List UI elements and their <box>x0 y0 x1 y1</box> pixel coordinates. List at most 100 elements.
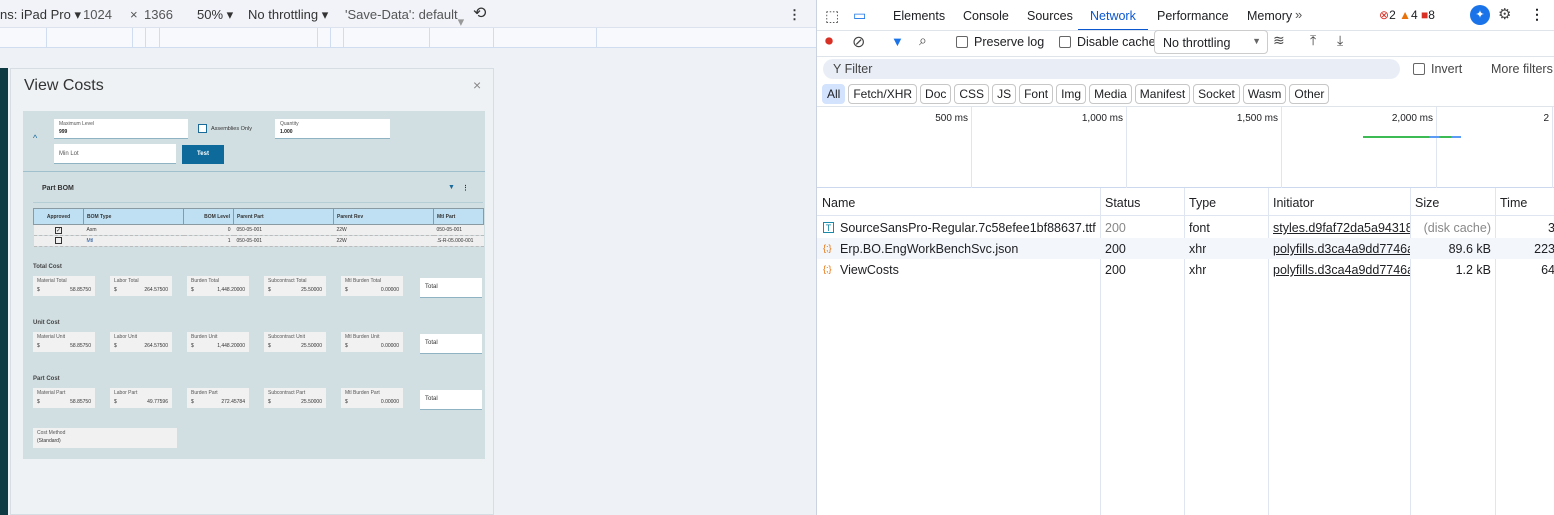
column-header[interactable]: Parent Rev <box>333 208 434 225</box>
cost-value: 58.85750 <box>70 399 91 405</box>
type-filter-css[interactable]: CSS <box>954 84 990 104</box>
cost-value: 25.50000 <box>301 343 322 349</box>
type-filter-media[interactable]: Media <box>1089 84 1132 104</box>
inspect-element-icon[interactable]: ⬚ <box>825 7 839 25</box>
cost-label: Labor Total <box>114 278 139 284</box>
type-filter-js[interactable]: JS <box>992 84 1017 104</box>
tab-performance[interactable]: Performance <box>1157 9 1229 23</box>
device-label: ns: iPad Pro <box>0 7 71 22</box>
table-row[interactable]: ✓ Asm 0 050-05-001 22W 050-05-001 <box>33 224 484 236</box>
type-filter-font[interactable]: Font <box>1019 84 1054 104</box>
currency-symbol: $ <box>191 343 194 349</box>
type-filter-img[interactable]: Img <box>1056 84 1087 104</box>
cost-value: 0.00000 <box>380 287 399 293</box>
column-header[interactable]: BOM Level <box>183 208 234 225</box>
currency-symbol: $ <box>268 343 271 349</box>
issues-counts[interactable]: ⊗2 ▲4 ■8 <box>1379 8 1435 22</box>
type-filter-all[interactable]: All <box>822 84 846 104</box>
rotate-icon[interactable]: ⟲ <box>473 3 486 23</box>
device-toggle-icon[interactable]: ▭ <box>853 7 866 24</box>
table-row[interactable]: Mtl 1 050-05-001 22W .S-R-05.000-001 <box>33 235 484 247</box>
close-icon[interactable]: × <box>473 77 481 93</box>
more-filters-button[interactable]: More filters <box>1491 62 1553 76</box>
collapse-chevron-icon[interactable]: ^ <box>33 133 37 143</box>
column-header-initiator[interactable]: Initiator <box>1273 196 1314 210</box>
column-header[interactable]: Mtl Part <box>433 208 484 225</box>
request-row[interactable]: {;} Erp.BO.EngWorkBenchSvc.json 200 xhr poly… <box>817 238 1554 259</box>
assemblies-only-checkbox[interactable] <box>198 124 207 133</box>
quantity-field[interactable]: Quantity 1.000 <box>275 119 390 139</box>
disable-cache-checkbox[interactable] <box>1059 36 1071 48</box>
test-button[interactable]: Test <box>182 145 224 164</box>
type-filter-wasm[interactable]: Wasm <box>1242 84 1287 104</box>
more-tabs-icon[interactable]: » <box>1295 7 1302 22</box>
import-har-icon[interactable]: ⤒ <box>1310 32 1316 49</box>
tab-console[interactable]: Console <box>963 9 1009 23</box>
column-header[interactable]: Parent Part <box>233 208 334 225</box>
timeline-bar-xhr <box>1439 136 1451 138</box>
total-field[interactable]: Total <box>420 334 482 354</box>
cost-label: Subcontract Part <box>268 390 306 396</box>
preserve-log-checkbox[interactable] <box>956 36 968 48</box>
network-throttling-select[interactable]: No throttling ▼ <box>1154 30 1268 54</box>
column-header[interactable]: Approved <box>33 208 84 225</box>
request-initiator-link[interactable]: polyfills.d3ca4a9dd7746ae <box>1273 242 1410 256</box>
more-icon[interactable]: ⋮ <box>462 184 469 192</box>
more-options-icon[interactable]: ⋮ <box>1530 6 1544 23</box>
type-filter-other[interactable]: Other <box>1289 84 1330 104</box>
column-header-size[interactable]: Size <box>1415 196 1439 210</box>
request-row[interactable]: {;} ViewCosts 200 xhr polyfills.d3ca4a9dd774… <box>817 259 1554 280</box>
ai-assistant-icon[interactable]: ✦ <box>1470 5 1490 25</box>
cost-label: Burden Total <box>191 278 219 284</box>
column-header-time[interactable]: Time <box>1500 196 1527 210</box>
cost-value-row: $25.50000 <box>268 343 322 349</box>
invert-checkbox[interactable] <box>1413 63 1425 75</box>
export-har-icon[interactable]: ⤓ <box>1337 32 1343 49</box>
cost-value: 1,448.20000 <box>217 287 245 293</box>
type-filter-manifest[interactable]: Manifest <box>1134 84 1191 104</box>
filter-input[interactable]: Y Filter <box>823 59 1400 79</box>
filter-placeholder: Filter <box>844 62 873 76</box>
column-header[interactable]: BOM Type <box>83 208 184 225</box>
search-icon[interactable]: ⌕ <box>919 32 927 49</box>
request-initiator-link[interactable]: polyfills.d3ca4a9dd7746ae <box>1273 263 1410 277</box>
record-stop-icon[interactable]: ⏺ <box>825 33 833 51</box>
request-row[interactable]: T SourceSansPro-Regular.7c58efee1bf88637.… <box>817 217 1554 238</box>
network-overview-timeline[interactable]: 500 ms 1,000 ms 1,500 ms 2,000 ms 2 <box>817 107 1554 188</box>
column-header-status[interactable]: Status <box>1105 196 1140 210</box>
height-input[interactable]: 1366 <box>144 7 173 22</box>
column-header-type[interactable]: Type <box>1189 196 1216 210</box>
cost-value-row: $58.85750 <box>37 343 91 349</box>
checkbox-icon[interactable] <box>55 236 62 244</box>
width-input[interactable]: 1024 <box>83 7 112 22</box>
request-initiator-link[interactable]: styles.d9faf72da5a94318.c <box>1273 221 1410 235</box>
max-level-field[interactable]: Maximum Level 999 <box>54 119 188 139</box>
tab-memory[interactable]: Memory <box>1247 9 1292 23</box>
cost-value-row: $25.50000 <box>268 399 322 405</box>
filter-icon[interactable]: ▼ <box>448 184 455 191</box>
type-filter-doc[interactable]: Doc <box>920 84 952 104</box>
request-time: 223 <box>1534 242 1554 256</box>
cost-label: Mtl Burden Total <box>345 278 382 284</box>
min-lot-field[interactable]: Min Lot <box>54 144 176 164</box>
type-filter-fetch-xhr[interactable]: Fetch/XHR <box>848 84 918 104</box>
more-options-icon[interactable]: ⋮ <box>788 7 801 23</box>
mtl-part-cell: 050-05-001 <box>433 224 484 236</box>
cost-value: 58.85750 <box>70 287 91 293</box>
checked-checkbox-icon[interactable]: ✓ <box>55 226 62 234</box>
device-select[interactable]: ns: iPad Pro ▾ <box>0 7 81 23</box>
filter-toggle-icon[interactable]: ▼ <box>891 34 904 49</box>
total-field[interactable]: Total <box>420 390 482 410</box>
save-data-select[interactable]: 'Save-Data': default ▾ <box>345 7 464 29</box>
total-field[interactable]: Total <box>420 278 482 298</box>
tab-elements[interactable]: Elements <box>893 9 945 23</box>
tab-sources[interactable]: Sources <box>1027 9 1073 23</box>
tab-network[interactable]: Network <box>1090 9 1136 23</box>
column-header-name[interactable]: Name <box>822 196 855 210</box>
clear-icon[interactable]: ⊘ <box>852 32 865 52</box>
type-filter-socket[interactable]: Socket <box>1193 84 1240 104</box>
zoom-select[interactable]: 50% ▾ <box>197 7 233 23</box>
throttling-select[interactable]: No throttling ▾ <box>248 7 328 23</box>
gear-icon[interactable]: ⚙ <box>1498 5 1511 23</box>
network-conditions-icon[interactable]: ≋ <box>1273 32 1285 49</box>
